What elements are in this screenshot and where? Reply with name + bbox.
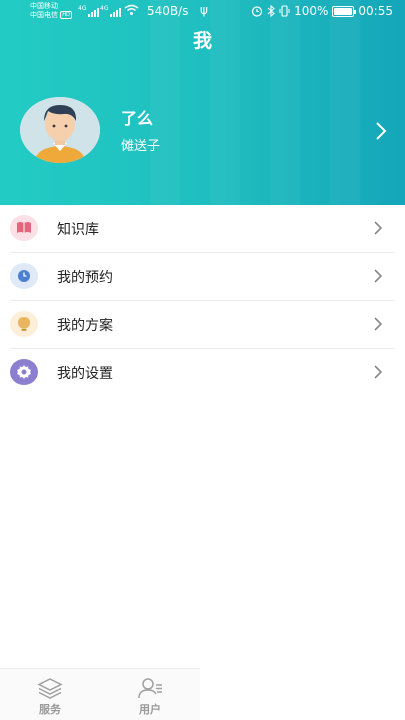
profile-card[interactable]: 了么 傩送子: [0, 97, 405, 167]
vibrate-icon: [279, 5, 290, 17]
menu-label: 我的方案: [57, 318, 113, 334]
signal-icon: 4G: [100, 5, 122, 17]
battery-icon: [332, 5, 357, 17]
user-nickname: 傩送子: [121, 139, 161, 154]
page-title: 我: [192, 30, 212, 52]
menu-label: 知识库: [57, 222, 99, 238]
clock-icon: [10, 263, 38, 289]
carrier-1: 中国移动: [30, 2, 58, 10]
menu-label: 我的预约: [57, 270, 113, 286]
hd-badge: HD: [60, 11, 72, 19]
user-list-icon: [138, 678, 162, 699]
clock-time: 00:55: [358, 4, 393, 18]
chevron-right-icon: [374, 221, 383, 235]
menu-item-plans[interactable]: 我的方案: [0, 301, 405, 349]
carrier-2: 中国电信: [30, 11, 58, 19]
usb-icon: ψ: [200, 3, 208, 17]
alarm-icon: [251, 6, 263, 17]
bottom-tab-bar: 服务 用户: [0, 668, 200, 720]
chevron-right-icon: [374, 317, 383, 331]
profile-header: 中国移动 中国电信 HD 4G 4G 540B/s ψ 100% 00:55 我…: [0, 0, 405, 205]
lightbulb-icon: [10, 311, 38, 337]
signal-icon: 4G: [78, 5, 100, 17]
user-avatar[interactable]: [20, 97, 100, 163]
chevron-right-icon: [374, 269, 383, 283]
status-bar: 中国移动 中国电信 HD 4G 4G 540B/s ψ 100% 00:55: [0, 0, 405, 24]
menu-item-knowledge[interactable]: 知识库: [0, 205, 405, 253]
network-speed: 540B/s: [147, 4, 189, 18]
tab-label: 用户: [139, 703, 161, 716]
tab-label: 服务: [39, 703, 61, 716]
carrier-info: 中国移动 中国电信 HD: [30, 2, 72, 20]
layers-icon: [37, 678, 63, 699]
battery-percent: 100%: [294, 4, 329, 18]
chevron-right-icon[interactable]: [375, 121, 387, 141]
menu-item-appointments[interactable]: 我的预约: [0, 253, 405, 301]
gear-icon: [10, 359, 38, 385]
chevron-right-icon: [374, 365, 383, 379]
book-icon: [10, 215, 38, 241]
tab-service[interactable]: 服务: [0, 669, 100, 720]
menu-item-settings[interactable]: 我的设置: [0, 349, 405, 397]
wifi-icon: [124, 4, 139, 15]
user-name: 了么: [121, 109, 154, 128]
menu-label: 我的设置: [57, 366, 113, 382]
tab-user[interactable]: 用户: [100, 669, 200, 720]
bluetooth-icon: [267, 5, 275, 17]
settings-menu: 知识库 我的预约 我的方案 我的设置: [0, 205, 405, 397]
